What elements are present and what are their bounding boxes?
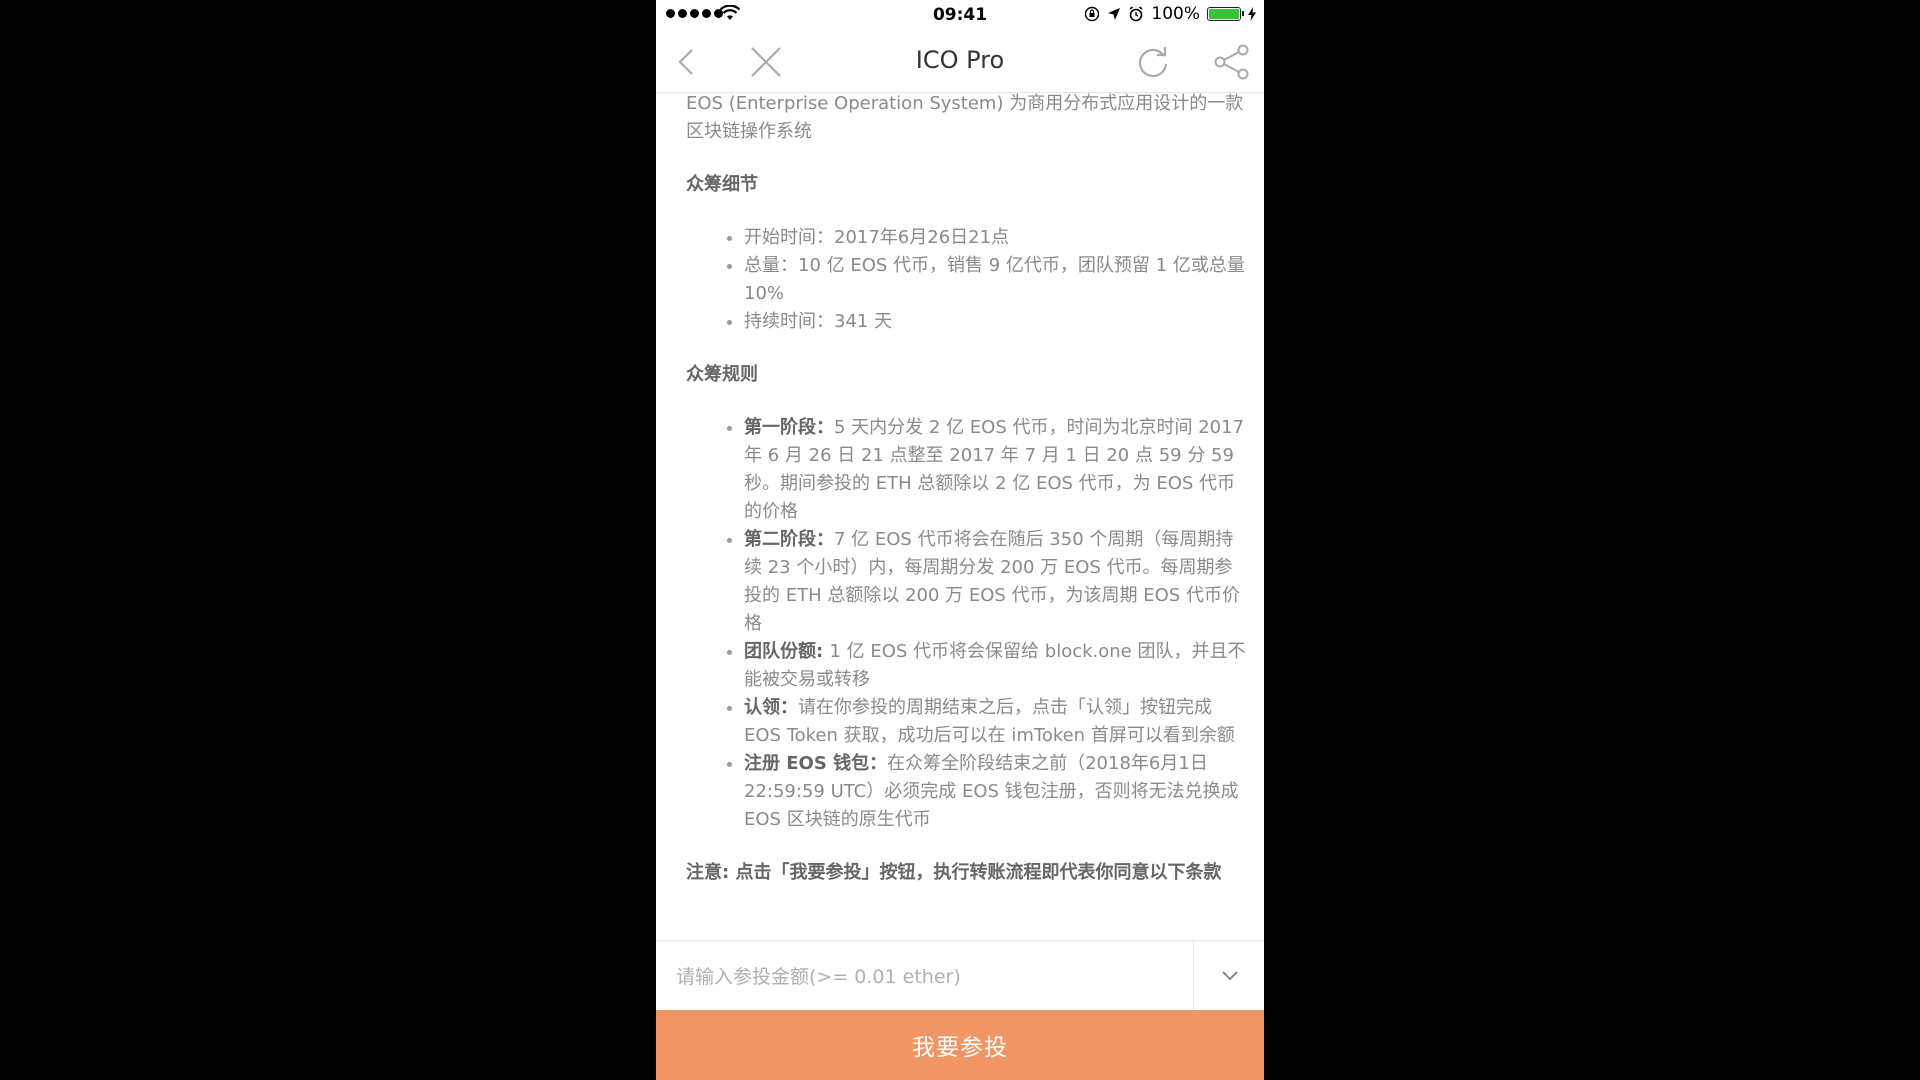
- status-right-group: 100%: [1084, 4, 1256, 24]
- rule-label: 团队份额:: [744, 641, 830, 662]
- status-bar: 09:41 100%: [656, 0, 1264, 30]
- rule-label: 认领：: [744, 697, 798, 718]
- chevron-down-icon: [1221, 971, 1238, 981]
- rules-list: 第一阶段：5 天内分发 2 亿 EOS 代币，时间为北京时间 2017 年 6 …: [686, 414, 1246, 834]
- list-item: 认领：请在你参投的周期结束之后，点击「认领」按钮完成 EOS Token 获取，…: [744, 694, 1246, 750]
- details-list: 开始时间：2017年6月26日21点 总量：10 亿 EOS 代币，销售 9 亿…: [686, 224, 1246, 336]
- list-item: 第二阶段：7 亿 EOS 代币将会在随后 350 个周期（每周期持续 23 个小…: [744, 526, 1246, 638]
- alarm-icon: [1129, 6, 1143, 22]
- list-item: 团队份额: 1 亿 EOS 代币将会保留给 block.one 团队，并且不能被…: [744, 638, 1246, 694]
- amount-input[interactable]: [674, 959, 1178, 995]
- battery-icon: [1207, 7, 1244, 21]
- terms-notice: 注意: 点击「我要参投」按钮，执行转账流程即代表你同意以下条款: [686, 862, 1222, 883]
- section-title-details: 众筹细节: [686, 174, 758, 195]
- amount-input-bar: [656, 940, 1264, 1011]
- phone-screen: 09:41 100% ICO Pro EOS (Enterprise Opera…: [656, 0, 1264, 1080]
- list-item: 开始时间：2017年6月26日21点: [744, 224, 1246, 252]
- list-item: 第一阶段：5 天内分发 2 亿 EOS 代币，时间为北京时间 2017 年 6 …: [744, 414, 1246, 526]
- nav-bar: ICO Pro: [656, 30, 1264, 93]
- location-icon: [1108, 8, 1121, 20]
- rule-text: 请在你参投的周期结束之后，点击「认领」按钮完成 EOS Token 获取，成功后…: [744, 697, 1235, 746]
- list-item: 总量：10 亿 EOS 代币，销售 9 亿代币，团队预留 1 亿或总量 10%: [744, 252, 1246, 308]
- list-item: 注册 EOS 钱包：在众筹全阶段结束之前（2018年6月1日 22:59:59 …: [744, 750, 1246, 834]
- rule-label: 第二阶段：: [744, 529, 834, 550]
- share-icon[interactable]: [1212, 42, 1252, 82]
- unit-dropdown[interactable]: [1193, 941, 1264, 1011]
- list-item: 持续时间：341 天: [744, 308, 1246, 336]
- intro-text: EOS (Enterprise Operation System) 为商用分布式…: [686, 93, 1244, 142]
- battery-percent: 100%: [1151, 4, 1200, 24]
- charging-bolt-icon: [1248, 7, 1256, 21]
- section-title-rules: 众筹规则: [686, 364, 758, 385]
- join-ico-button[interactable]: 我要参投: [656, 1010, 1264, 1080]
- orientation-lock-icon: [1085, 6, 1100, 22]
- rule-label: 注册 EOS 钱包：: [744, 753, 888, 774]
- rule-label: 第一阶段：: [744, 417, 834, 438]
- refresh-icon[interactable]: [1133, 42, 1173, 82]
- ico-description: EOS (Enterprise Operation System) 为商用分布式…: [686, 90, 1246, 940]
